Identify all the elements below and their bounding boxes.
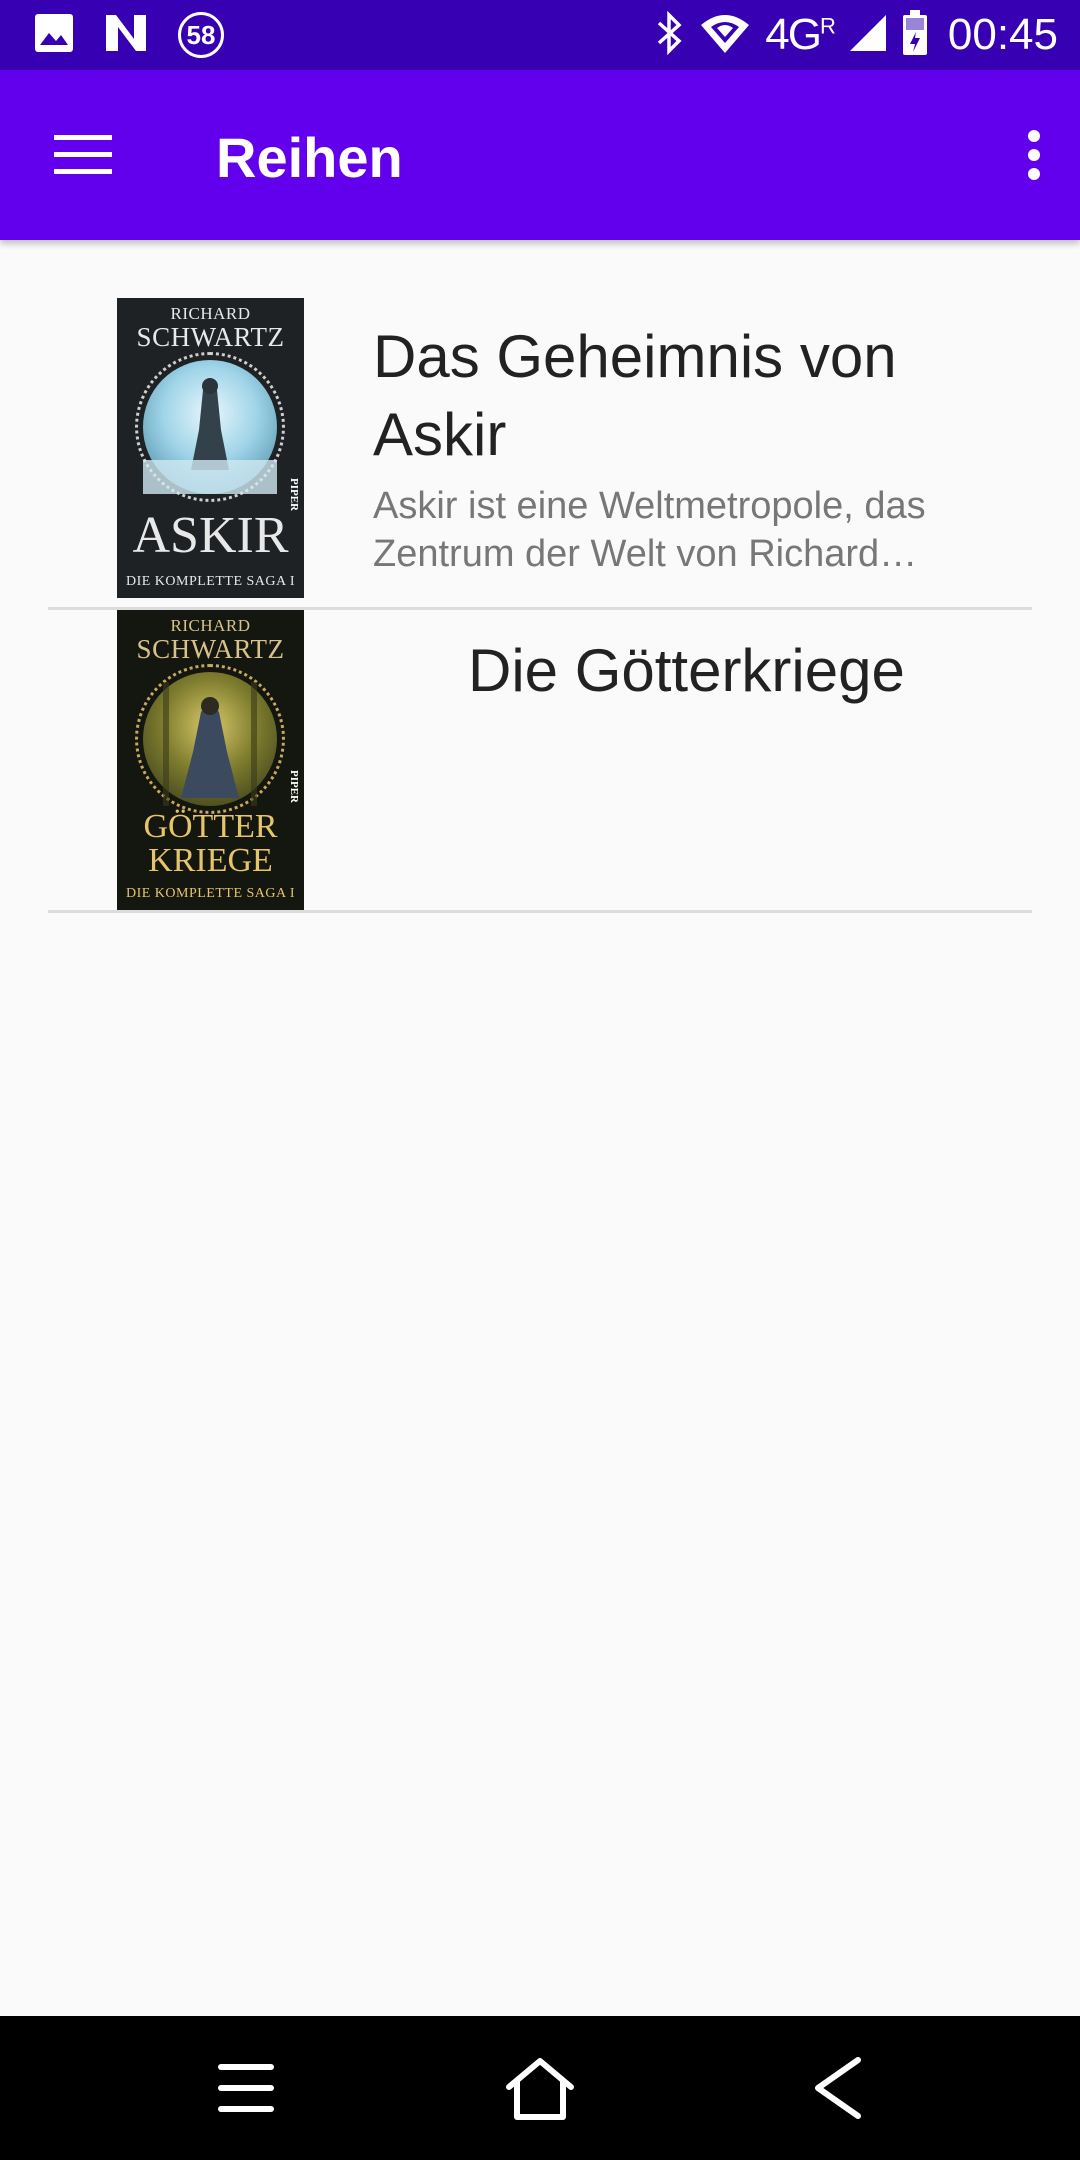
- recents-icon[interactable]: [204, 2046, 288, 2130]
- signal-icon: [848, 13, 888, 58]
- list-item[interactable]: RICHARD SCHWARTZ GÖTTER KRIEGE DIE KOMPL…: [48, 610, 1032, 913]
- cover-publisher: PIPER: [288, 478, 300, 511]
- home-icon[interactable]: [498, 2046, 582, 2130]
- series-description: Askir ist eine Weltmetropole, das Zentru…: [373, 482, 1033, 578]
- cover-publisher: PIPER: [288, 770, 300, 803]
- series-title: Die Götterkriege: [468, 637, 905, 704]
- figure-icon: [143, 378, 277, 494]
- status-bar: 58 4GR 00:45: [0, 0, 1080, 70]
- cover-art: [143, 360, 277, 494]
- series-title: Das Geheimnis von Askir: [373, 323, 897, 468]
- cover-art: [143, 672, 277, 806]
- battery-charging-icon: [902, 9, 928, 61]
- cover-author-last: SCHWARTZ: [136, 322, 285, 352]
- hamburger-menu-icon[interactable]: [40, 117, 126, 193]
- series-description-text: Askir ist eine Weltmetropole, das Zentru…: [373, 485, 926, 575]
- cover-author-last: SCHWARTZ: [136, 634, 285, 664]
- wifi-icon: [699, 11, 751, 60]
- network-type: 4GR: [765, 10, 836, 59]
- cover-subtitle: DIE KOMPLETTE SAGA I: [125, 886, 296, 901]
- navigation-bar: [0, 2016, 1080, 2160]
- book-cover-askir: RICHARD SCHWARTZ ASKIR DIE KOMPLETTE SAG…: [117, 298, 304, 598]
- image-icon: [34, 13, 74, 58]
- app-bar: Reihen: [0, 70, 1080, 240]
- cover-author-first: RICHARD: [170, 304, 251, 323]
- cover-subtitle: DIE KOMPLETTE SAGA I: [125, 574, 296, 589]
- count-badge-icon: 58: [178, 12, 224, 58]
- clock: 00:45: [947, 10, 1058, 59]
- n-logo-icon: [104, 13, 148, 58]
- cover-title-line2: KRIEGE: [148, 842, 273, 879]
- cover-author-first: RICHARD: [170, 616, 251, 635]
- bluetooth-icon: [655, 10, 685, 60]
- book-cover-goetterkriege: RICHARD SCHWARTZ GÖTTER KRIEGE DIE KOMPL…: [117, 610, 304, 910]
- figure-icon: [163, 682, 257, 806]
- cover-title: ASKIR: [132, 507, 289, 564]
- page-title: Reihen: [216, 126, 403, 189]
- cover-title-line1: GÖTTER: [143, 808, 278, 845]
- more-vert-icon[interactable]: [1004, 117, 1064, 193]
- back-icon[interactable]: [796, 2046, 880, 2130]
- list-item[interactable]: RICHARD SCHWARTZ ASKIR DIE KOMPLETTE SAG…: [48, 240, 1032, 610]
